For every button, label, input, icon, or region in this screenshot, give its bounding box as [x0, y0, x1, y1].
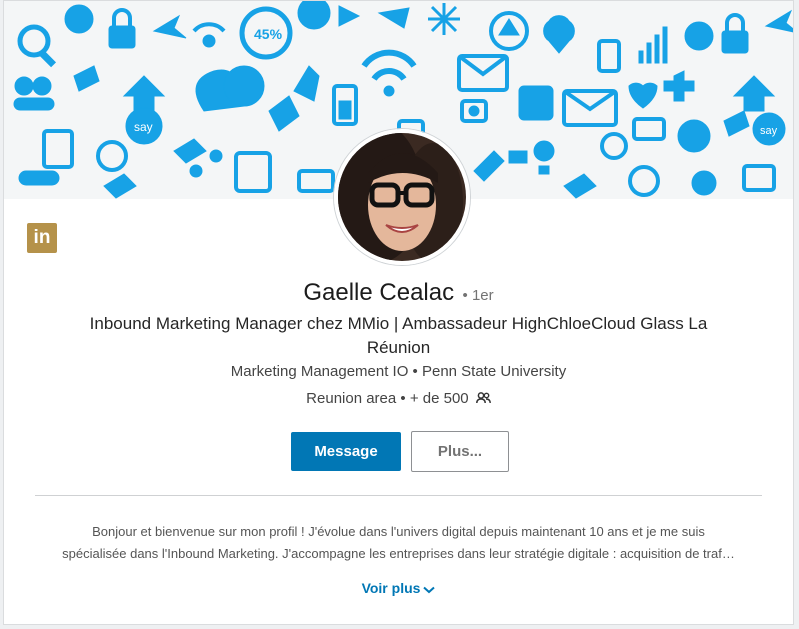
company-school: Marketing Management IO • Penn State Uni… — [230, 363, 567, 380]
profile-card: 45% say say in Gaelle Cealac • 1er Inbou… — [3, 0, 794, 625]
message-button[interactable]: Message — [291, 432, 401, 471]
chevron-down-icon[interactable] — [423, 581, 436, 597]
location-connections: Reunion area • + de 500 — [4, 390, 793, 408]
see-more-link[interactable]: Voir plus — [4, 580, 793, 597]
see-more-label[interactable]: Voir plus — [362, 580, 421, 596]
summary-line-1: Bonjour et bienvenue sur mon profil ! J'… — [92, 524, 705, 539]
name-line: Gaelle Cealac • 1er — [4, 279, 793, 307]
avatar[interactable] — [334, 129, 470, 265]
connection-degree: • 1er — [462, 287, 494, 304]
divider — [35, 495, 762, 496]
svg-text:say: say — [760, 125, 778, 137]
linkedin-logo-icon: in — [27, 223, 57, 253]
location-connections-text: Reunion area • + de 500 — [306, 390, 469, 407]
profile-summary: Bonjour et bienvenue sur mon profil ! J'… — [32, 521, 765, 565]
people-icon[interactable] — [475, 391, 491, 408]
svg-text:say: say — [134, 120, 153, 134]
svg-text:45%: 45% — [254, 26, 283, 42]
summary-line-2: spécialisée dans l'Inbound Marketing. J'… — [62, 546, 735, 561]
profile-headline: Inbound Marketing Manager chez MMio | Am… — [89, 314, 708, 357]
profile-name: Gaelle Cealac — [303, 279, 455, 306]
profile-photo — [338, 133, 466, 261]
more-button[interactable]: Plus... — [411, 431, 509, 472]
